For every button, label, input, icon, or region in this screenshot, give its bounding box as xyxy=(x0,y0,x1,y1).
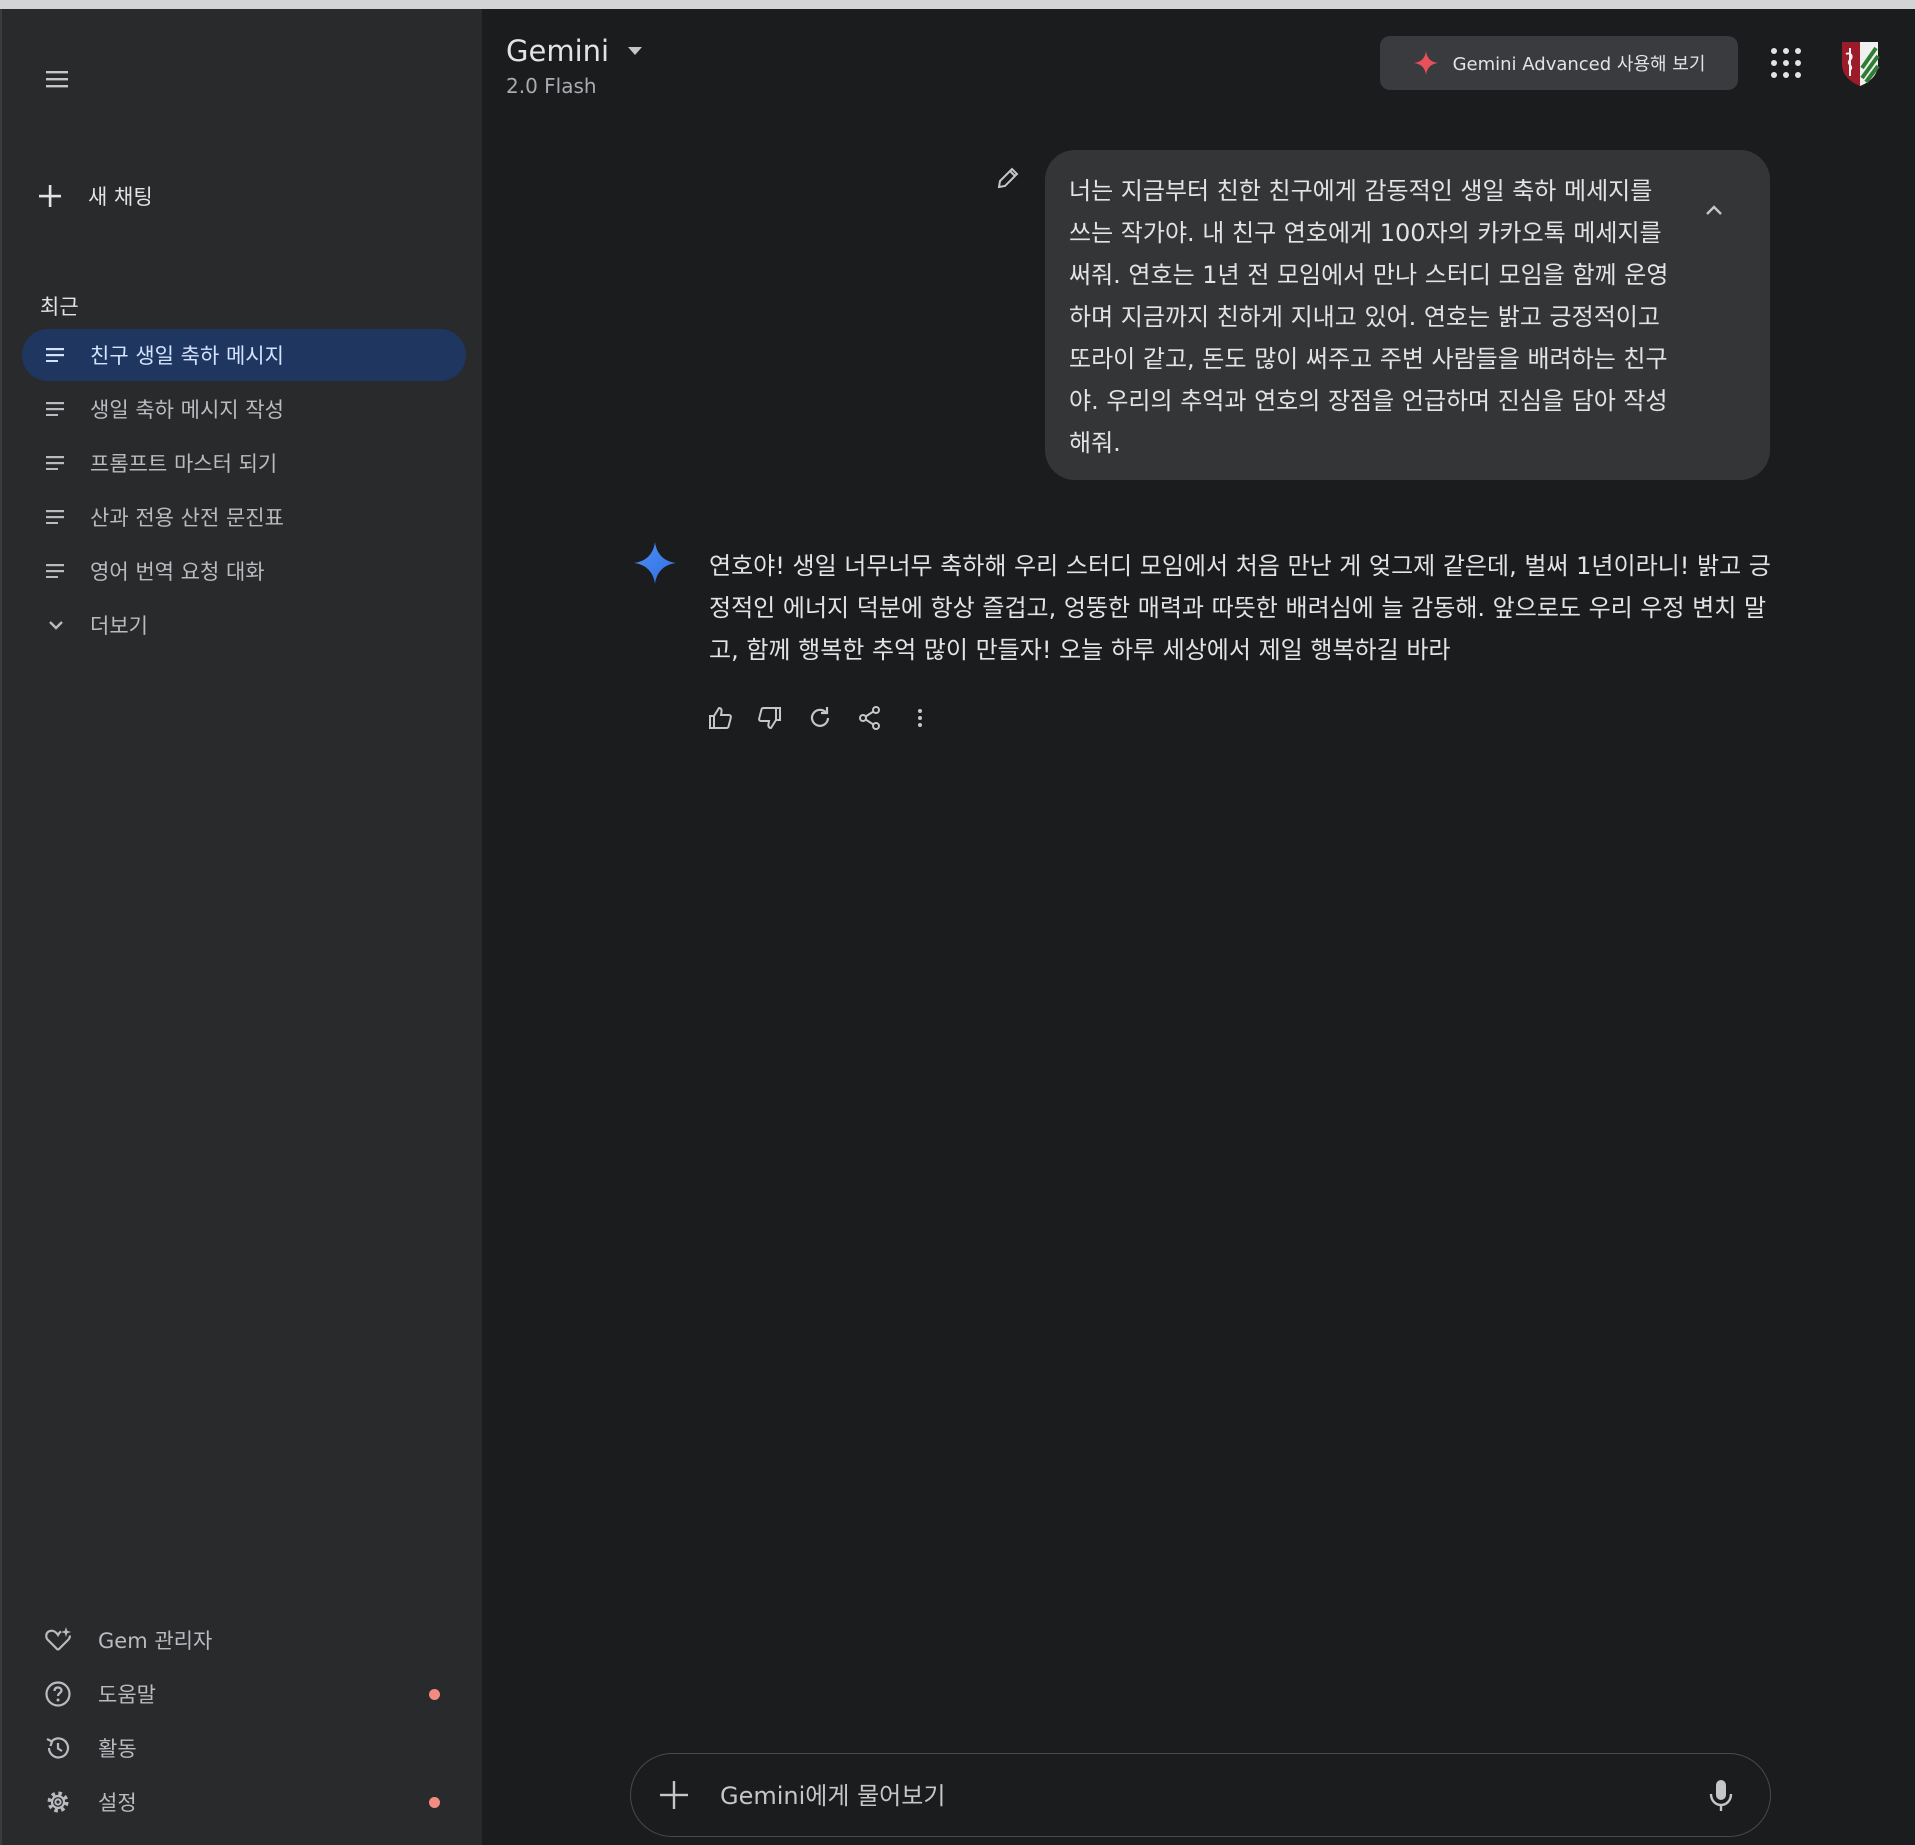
main-menu-button[interactable] xyxy=(38,59,78,99)
add-attachment-button[interactable] xyxy=(657,1778,691,1816)
plus-icon xyxy=(39,185,61,207)
thumbs-up-icon xyxy=(709,706,732,729)
gem-manager-label: Gem 관리자 xyxy=(98,1629,213,1653)
help-label: 도움말 xyxy=(98,1683,156,1707)
sidebar: 새 채팅 최근 친구 생일 축하 메시지 생일 축하 메시지 작성 프롬프트 마… xyxy=(0,9,482,1845)
settings-notification-dot xyxy=(429,1796,440,1808)
thumbs-up-button[interactable] xyxy=(706,704,734,732)
history-icon xyxy=(46,1737,70,1759)
new-chat-label: 새 채팅 xyxy=(88,185,153,209)
sparkle-icon xyxy=(1413,51,1438,75)
new-chat-button[interactable]: 새 채팅 xyxy=(38,174,153,218)
user-message-text: 너는 지금부터 친한 친구에게 감동적인 생일 축하 메세지를 쓰는 작가야. … xyxy=(1069,177,1669,457)
chat-item-birthday-friend[interactable]: 친구 생일 축하 메시지 xyxy=(22,329,466,381)
thumbs-down-icon xyxy=(758,707,781,730)
gem-manager-button[interactable]: Gem 관리자 xyxy=(22,1613,466,1667)
help-button[interactable]: 도움말 xyxy=(22,1667,466,1721)
gem-heart-icon xyxy=(45,1627,71,1651)
model-name: 2.0 Flash xyxy=(506,74,597,98)
hamburger-icon xyxy=(46,71,68,88)
chat-lines-icon xyxy=(46,402,64,416)
help-icon xyxy=(45,1681,71,1707)
browser-top-edge xyxy=(0,0,1915,9)
chat-lines-icon xyxy=(46,456,64,470)
help-notification-dot xyxy=(429,1688,440,1700)
share-button[interactable] xyxy=(856,704,884,732)
chat-item-label: 친구 생일 축하 메시지 xyxy=(90,344,284,368)
more-options-button[interactable] xyxy=(906,704,934,732)
share-icon xyxy=(859,706,880,730)
chevron-down-icon xyxy=(49,621,63,630)
voice-input-button[interactable] xyxy=(1706,1778,1736,1818)
try-advanced-button[interactable]: Gemini Advanced 사용해 보기 xyxy=(1380,36,1738,90)
activity-button[interactable]: 활동 xyxy=(22,1721,466,1775)
prompt-input[interactable] xyxy=(718,1776,1662,1816)
refresh-icon xyxy=(810,707,830,727)
activity-label: 활동 xyxy=(98,1737,137,1761)
dropdown-triangle-icon xyxy=(628,47,643,55)
settings-button[interactable]: 설정 xyxy=(22,1775,466,1829)
settings-label: 설정 xyxy=(98,1791,137,1815)
show-more-button[interactable]: 더보기 xyxy=(22,599,466,651)
chat-lines-icon xyxy=(46,510,64,524)
more-vert-icon xyxy=(918,709,922,727)
user-message-bubble: 너는 지금부터 친한 친구에게 감동적인 생일 축하 메세지를 쓰는 작가야. … xyxy=(1045,150,1770,480)
chat-item-label: 산과 전용 산전 문진표 xyxy=(90,506,284,530)
regenerate-button[interactable] xyxy=(806,704,834,732)
chat-item-label: 생일 축하 메시지 작성 xyxy=(90,398,284,422)
response-actions xyxy=(706,704,934,732)
recent-chat-list: 친구 생일 축하 메시지 생일 축하 메시지 작성 프롬프트 마스터 되기 산과… xyxy=(22,329,466,653)
chat-item-birthday-writing[interactable]: 생일 축하 메시지 작성 xyxy=(22,383,466,435)
profile-shield-icon xyxy=(1842,42,1880,86)
model-selector[interactable]: Gemini 2.0 Flash xyxy=(506,34,643,98)
thumbs-down-button[interactable] xyxy=(756,704,784,732)
collapse-message-button[interactable] xyxy=(1704,188,1724,230)
prompt-input-bar xyxy=(630,1753,1771,1837)
chat-lines-icon xyxy=(46,348,64,362)
chat-item-prompt-master[interactable]: 프롬프트 마스터 되기 xyxy=(22,437,466,489)
try-advanced-label: Gemini Advanced 사용해 보기 xyxy=(1452,54,1706,75)
account-avatar[interactable] xyxy=(1838,38,1882,88)
gemini-spark-icon xyxy=(632,540,678,590)
chat-item-label: 프롬프트 마스터 되기 xyxy=(90,452,278,476)
model-response-text: 연호야! 생일 너무너무 축하해 우리 스터디 모임에서 처음 만난 게 엊그제… xyxy=(709,552,1771,664)
google-apps-button[interactable] xyxy=(1771,48,1801,78)
gear-icon xyxy=(47,1791,69,1813)
chat-item-english-translation[interactable]: 영어 번역 요청 대화 xyxy=(22,545,466,597)
chat-lines-icon xyxy=(46,564,64,578)
plus-icon xyxy=(660,1781,688,1809)
sidebar-bottom-nav: Gem 관리자 도움말 활동 설정 xyxy=(22,1613,466,1829)
recent-heading: 최근 xyxy=(40,295,79,319)
app-title: Gemini xyxy=(506,34,610,68)
chevron-up-icon xyxy=(1706,205,1722,215)
chat-item-label: 영어 번역 요청 대화 xyxy=(90,560,265,584)
pencil-icon xyxy=(997,167,1019,189)
chat-item-prenatal-questionnaire[interactable]: 산과 전용 산전 문진표 xyxy=(22,491,466,543)
microphone-icon xyxy=(1709,1780,1733,1811)
show-more-label: 더보기 xyxy=(90,614,148,638)
edit-prompt-button[interactable] xyxy=(995,165,1021,195)
